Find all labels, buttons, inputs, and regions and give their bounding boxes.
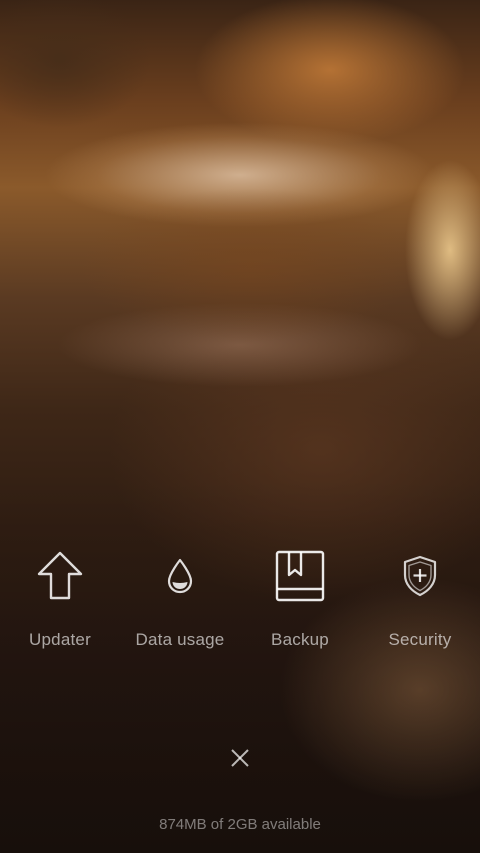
data-usage-shortcut[interactable]: Data usage (120, 548, 240, 658)
security-shortcut[interactable]: Security (360, 548, 480, 658)
quick-shortcuts: Updater Data usage Backup Security (0, 548, 480, 658)
updater-shortcut[interactable]: Updater (0, 548, 120, 658)
close-button[interactable] (220, 738, 260, 778)
backup-shortcut[interactable]: Backup (240, 548, 360, 658)
recents-screen: Updater Data usage Backup Security 874MB… (0, 0, 480, 853)
shield-plus-icon (390, 548, 450, 604)
backup-label: Backup (271, 630, 329, 649)
close-icon (231, 749, 249, 767)
updater-label: Updater (29, 630, 91, 649)
storage-status: 874MB of 2GB available (159, 816, 321, 833)
drop-icon (150, 548, 210, 604)
data-usage-label: Data usage (135, 630, 225, 649)
book-bookmark-icon (270, 548, 330, 604)
security-label: Security (388, 630, 452, 649)
arrow-up-icon (30, 548, 90, 604)
